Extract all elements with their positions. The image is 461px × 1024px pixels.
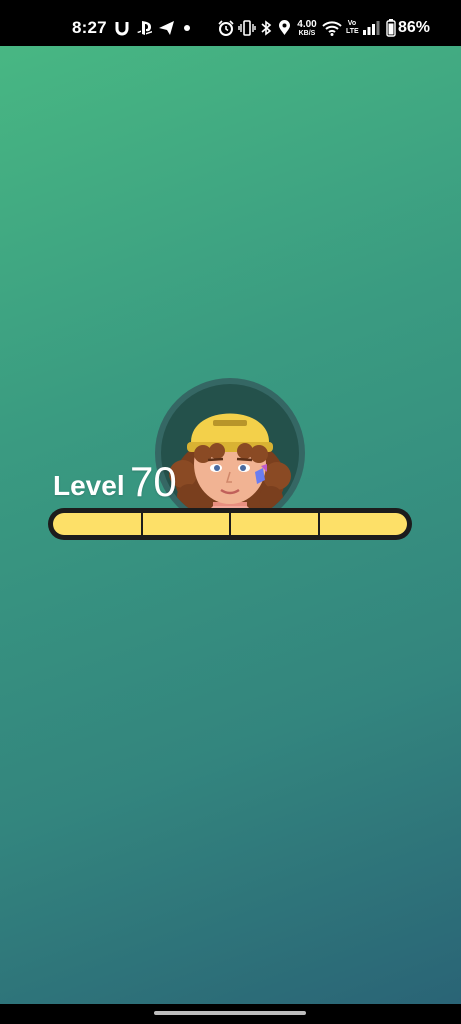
level-label: Level xyxy=(53,470,125,501)
vibrate-icon xyxy=(238,20,256,36)
send-icon xyxy=(159,21,174,35)
home-handle[interactable] xyxy=(154,1011,306,1015)
level-number: 70 xyxy=(130,458,177,505)
wifi-icon xyxy=(322,21,342,36)
network-speed: 4.00 KB/S xyxy=(296,20,318,38)
playstation-icon xyxy=(137,21,152,35)
volte-indicator: Vo LTE xyxy=(346,20,359,36)
volte-bottom: LTE xyxy=(346,28,359,35)
avatar-portrait xyxy=(161,384,299,522)
u-app-icon xyxy=(115,22,129,36)
xp-progress-bar xyxy=(48,508,412,540)
volte-top: Vo xyxy=(347,20,357,27)
alarm-icon xyxy=(218,20,234,36)
nav-bar xyxy=(0,1004,461,1024)
battery-percent: 86% xyxy=(398,19,431,36)
status-bar: 8:27 4.00 KB/S Vo LTE 86% xyxy=(0,0,461,46)
battery-icon xyxy=(386,19,396,37)
xp-segment-divider xyxy=(140,513,143,535)
status-time: 8:27 xyxy=(72,18,107,37)
trainer-avatar xyxy=(155,378,305,528)
xp-segment-divider xyxy=(317,513,320,535)
dot-icon xyxy=(184,25,190,31)
bluetooth-icon xyxy=(261,20,272,36)
trainer-portrait-illustration xyxy=(169,413,291,522)
location-icon xyxy=(279,20,290,35)
signal-icon xyxy=(363,21,380,35)
network-speed-unit: KB/S xyxy=(298,30,316,37)
network-speed-value: 4.00 xyxy=(297,19,317,30)
xp-segment-divider xyxy=(229,513,231,535)
